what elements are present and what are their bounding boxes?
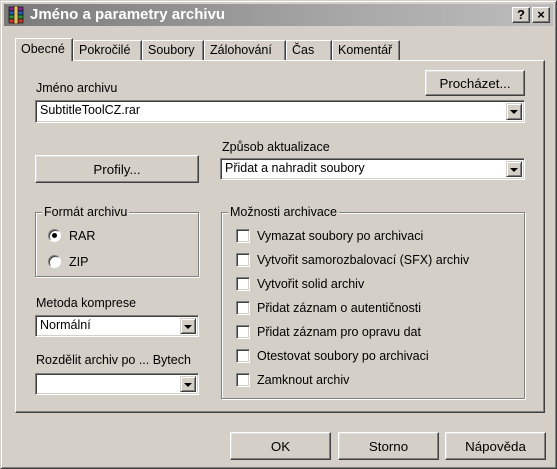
archive-format-group: Formát archivu RAR ZIP (35, 205, 199, 277)
chevron-down-icon[interactable] (506, 103, 522, 120)
close-title-button[interactable]: × (532, 7, 550, 23)
checkbox-label: Vytvořit solid archiv (257, 277, 365, 291)
compression-method-label: Metoda komprese (36, 296, 137, 310)
archiving-options-group: Možnosti archivace Vymazat soubory po ar… (221, 205, 525, 399)
help-title-button[interactable]: ? (512, 7, 530, 23)
tab-advanced[interactable]: Pokročilé (73, 40, 142, 60)
checkbox-label: Přidat záznam pro opravu dat (257, 325, 421, 339)
window-title: Jméno a parametry archivu (30, 6, 226, 23)
split-volumes-label: Rozdělit archiv po ... Bytech (36, 353, 191, 367)
checkbox-label: Vymazat soubory po archivaci (257, 229, 424, 243)
tab-comment[interactable]: Komentář (332, 40, 400, 60)
archive-format-title: Formát archivu (42, 205, 130, 219)
compression-method-value: Normální (40, 318, 91, 332)
checkbox-label: Vytvořit samorozbalovací (SFX) archiv (257, 253, 470, 267)
checkbox-label: Otestovat soubory po archivaci (257, 349, 429, 363)
archive-dialog: Jméno a parametry archivu ? × Obecné Pok… (0, 0, 557, 469)
format-rar-label: RAR (69, 229, 96, 243)
update-mode-value: Přidat a nahradit soubory (225, 161, 365, 175)
archiving-options-title: Možnosti archivace (228, 205, 339, 219)
checkbox-icon[interactable] (236, 253, 250, 267)
checkbox-label: Zamknout archiv (257, 373, 350, 387)
chevron-down-icon[interactable] (506, 161, 522, 177)
radio-unselected-icon[interactable] (48, 255, 61, 268)
checkbox-label: Přidat záznam o autentičnosti (257, 301, 421, 315)
checkbox-icon[interactable] (236, 325, 250, 339)
general-tab-panel: Jméno archivu Procházet... SubtitleToolC… (15, 60, 545, 413)
checkbox-icon[interactable] (236, 373, 250, 387)
checkbox-icon[interactable] (236, 301, 250, 315)
checkbox-icon[interactable] (236, 277, 250, 291)
chevron-down-icon[interactable] (180, 318, 196, 334)
tab-time[interactable]: Čas (286, 40, 332, 60)
archive-name-value: SubtitleToolCZ.rar (40, 103, 141, 117)
compression-method-combobox[interactable]: Normální (35, 315, 199, 337)
ok-button[interactable]: OK (230, 432, 331, 460)
tab-files[interactable]: Soubory (142, 40, 204, 60)
tab-backup[interactable]: Zálohování (204, 40, 286, 60)
cancel-button[interactable]: Storno (338, 432, 439, 460)
checkbox-icon[interactable] (236, 349, 250, 363)
archive-name-combobox[interactable]: SubtitleToolCZ.rar (35, 100, 525, 123)
split-volumes-combobox[interactable] (35, 373, 199, 395)
help-button[interactable]: Nápověda (445, 432, 546, 460)
tab-general[interactable]: Obecné (15, 38, 73, 61)
update-mode-combobox[interactable]: Přidat a nahradit soubory (220, 158, 525, 180)
checkbox-icon[interactable] (236, 229, 250, 243)
update-mode-label: Způsob aktualizace (222, 140, 330, 154)
profiles-button[interactable]: Profily... (35, 155, 199, 183)
browse-button[interactable]: Procházet... (425, 70, 525, 96)
title-bar[interactable]: Jméno a parametry archivu ? × (4, 4, 553, 26)
archive-name-label: Jméno archivu (36, 81, 118, 95)
format-zip-label: ZIP (69, 255, 89, 269)
chevron-down-icon[interactable] (180, 376, 196, 392)
radio-selected-icon[interactable] (48, 229, 61, 242)
winrar-icon (8, 6, 24, 24)
